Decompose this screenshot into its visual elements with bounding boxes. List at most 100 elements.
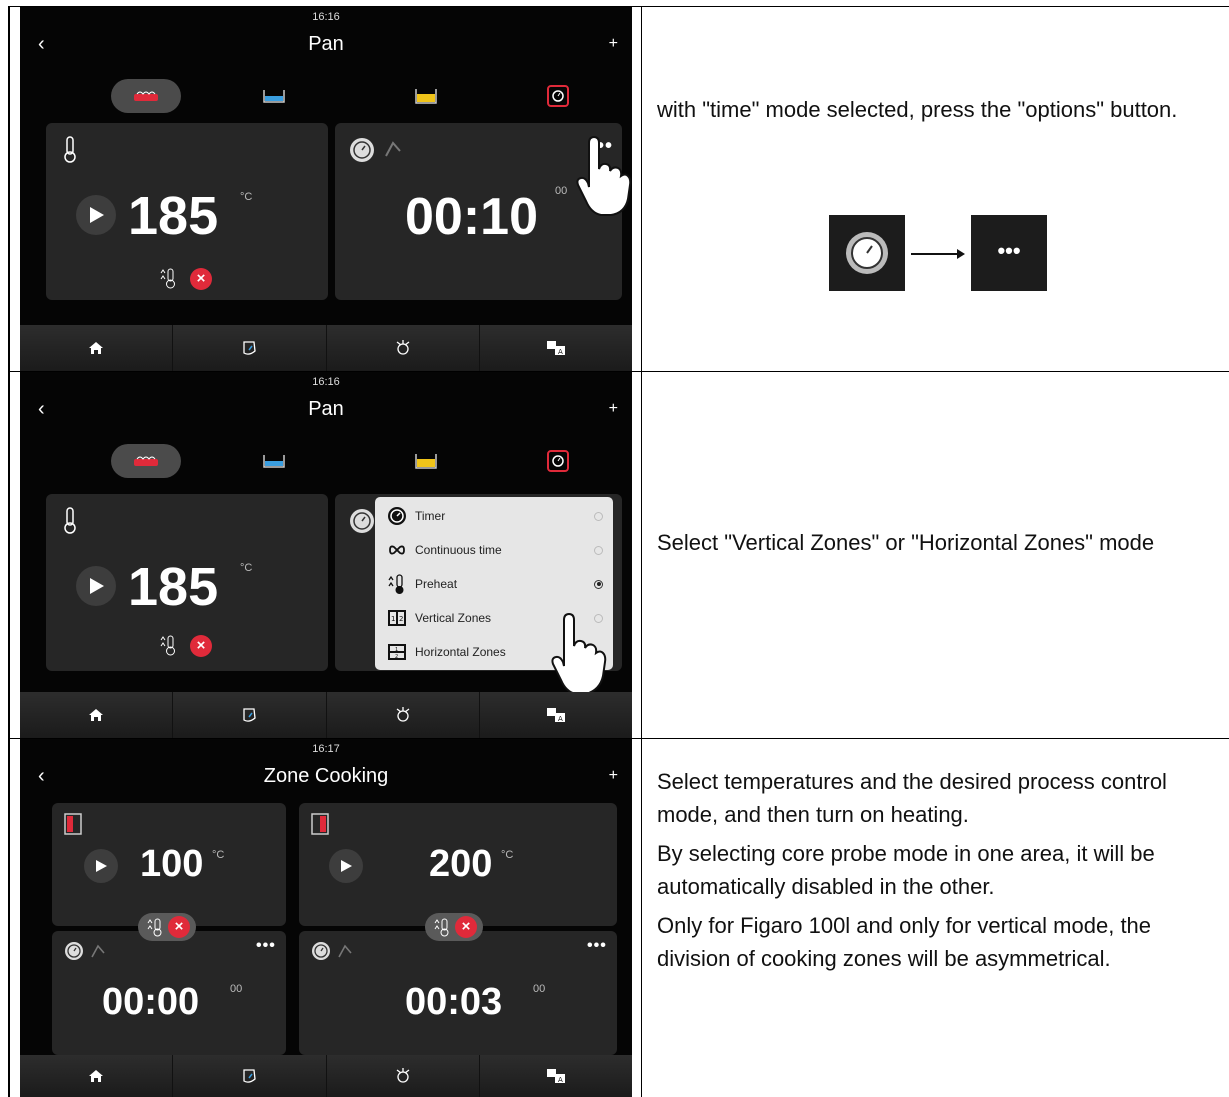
probe-icon — [385, 141, 401, 157]
nav-language-button[interactable]: A — [480, 692, 632, 738]
svg-text:2: 2 — [399, 615, 403, 623]
preheat-off-badge[interactable]: × — [190, 635, 212, 657]
menu-item-continuous-time[interactable]: Continuous time — [387, 533, 603, 567]
mode-pan-button[interactable] — [111, 444, 181, 478]
plus-icon[interactable]: + — [609, 35, 618, 53]
temperature-unit: °C — [212, 849, 225, 861]
menu-item-timer[interactable]: Timer — [387, 499, 603, 533]
thermometer-icon — [64, 136, 76, 163]
preheat-off-badge[interactable]: × — [455, 916, 477, 938]
zone1-time-card[interactable]: ••• 00:00 00 — [52, 931, 286, 1055]
nav-gauge-button[interactable] — [173, 692, 327, 738]
horizontal-zones-icon: 12 — [388, 644, 406, 660]
device-screen: 16:17 ‹ Zone Cooking + 100 °C 200 °C •••… — [20, 739, 632, 1097]
temperature-card[interactable]: 185 °C × — [46, 494, 328, 671]
start-button[interactable] — [84, 849, 118, 883]
menu-item-preheat[interactable]: Preheat — [387, 567, 603, 601]
instruction-cell: with "time" mode selected, press the "op… — [643, 7, 1229, 371]
clock: 16:17 — [312, 743, 340, 755]
svg-text:2: 2 — [395, 654, 398, 660]
nav-language-button[interactable]: A — [480, 1055, 632, 1097]
preheat-icon — [388, 574, 404, 594]
mode-oil-button[interactable] — [391, 444, 461, 478]
oil-bath-icon — [415, 454, 437, 469]
radio-button[interactable] — [594, 545, 603, 555]
oil-bath-icon — [415, 89, 437, 104]
preheat-icon — [147, 918, 162, 937]
zone2-temperature-card[interactable]: 200 °C — [299, 803, 617, 926]
bottom-navigation: A — [20, 1055, 632, 1097]
timer-icon — [350, 138, 374, 162]
start-button[interactable] — [329, 849, 363, 883]
instruction-text: Select "Vertical Zones" or "Horizontal Z… — [657, 530, 1155, 555]
step-row-1: 16:16 ‹ Pan + 185 °C × ••• 00:10 00 A wi… — [10, 6, 1229, 371]
thermometer-icon — [64, 507, 76, 534]
screenshot-cell: 16:17 ‹ Zone Cooking + 100 °C 200 °C •••… — [10, 739, 642, 1097]
play-icon — [90, 578, 104, 594]
mode-pan-button[interactable] — [111, 79, 181, 113]
nav-cleaning-button[interactable] — [327, 1055, 480, 1097]
nav-home-button[interactable] — [20, 325, 174, 371]
timer-icon — [65, 942, 83, 960]
preheat-off-badge[interactable]: × — [168, 916, 190, 938]
cleaning-icon — [396, 1068, 410, 1083]
zone1-preheat-pill[interactable]: × — [138, 913, 196, 941]
pan-icon — [134, 91, 158, 101]
instruction-cell: Select temperatures and the desired proc… — [643, 739, 1229, 1097]
home-icon — [89, 342, 104, 354]
mode-pressure-button[interactable] — [523, 79, 593, 113]
radio-button[interactable] — [594, 511, 603, 521]
options-button[interactable]: ••• — [587, 937, 607, 955]
zone2-time-card[interactable]: ••• 00:03 00 — [299, 931, 617, 1055]
gauge-icon — [243, 708, 257, 722]
nav-gauge-button[interactable] — [173, 325, 327, 371]
bottom-navigation: A — [20, 692, 632, 738]
preheat-icon — [160, 268, 175, 289]
start-button[interactable] — [76, 195, 116, 235]
mode-pressure-button[interactable] — [523, 444, 593, 478]
nav-language-button[interactable]: A — [480, 325, 632, 371]
arrow-right-icon — [911, 249, 965, 259]
temperature-card[interactable]: 185 °C × — [46, 123, 328, 300]
vertical-zones-icon: 12 — [388, 610, 406, 626]
radio-button-selected[interactable] — [594, 579, 603, 589]
zone2-preheat-pill[interactable]: × — [425, 913, 483, 941]
mode-water-button[interactable] — [239, 79, 309, 113]
zone1-temperature-card[interactable]: 100 °C — [52, 803, 286, 926]
temperature-unit: °C — [240, 562, 253, 574]
plus-icon[interactable]: + — [609, 400, 618, 418]
infinity-icon — [389, 545, 405, 555]
page-title: Pan — [308, 33, 344, 55]
nav-gauge-button[interactable] — [173, 1055, 327, 1097]
timer-icon — [312, 942, 330, 960]
nav-cleaning-button[interactable] — [327, 692, 480, 738]
pointer-hand-icon — [551, 612, 607, 695]
svg-text:A: A — [558, 715, 563, 723]
instruction-text-2: By selecting core probe mode in one area… — [657, 841, 1155, 899]
temperature-unit: °C — [501, 849, 514, 861]
preheat-icon — [160, 635, 175, 656]
menu-item-label: Preheat — [415, 577, 458, 591]
clock: 16:16 — [312, 376, 340, 388]
diagram-timer-box — [829, 215, 905, 291]
play-icon — [341, 860, 352, 872]
bottom-navigation: A — [20, 325, 632, 371]
mode-oil-button[interactable] — [391, 79, 461, 113]
zone1-time-value: 00:00 — [102, 981, 200, 1023]
mode-water-button[interactable] — [239, 444, 309, 478]
probe-icon — [338, 944, 352, 958]
gauge-icon — [243, 341, 257, 355]
plus-icon[interactable]: + — [609, 767, 618, 785]
svg-text:A: A — [558, 1076, 563, 1084]
zone2-time-value: 00:03 — [405, 981, 503, 1023]
step-row-3: 16:17 ‹ Zone Cooking + 100 °C 200 °C •••… — [10, 738, 1229, 1097]
instruction-text-3: Only for Figaro 100l and only for vertic… — [657, 913, 1152, 971]
start-button[interactable] — [76, 566, 116, 606]
nav-cleaning-button[interactable] — [327, 325, 480, 371]
diagram-options-box: ••• — [971, 215, 1047, 291]
nav-home-button[interactable] — [20, 1055, 174, 1097]
nav-home-button[interactable] — [20, 692, 174, 738]
options-button[interactable]: ••• — [256, 937, 276, 955]
page-title: Pan — [308, 398, 344, 420]
preheat-off-badge[interactable]: × — [190, 268, 212, 290]
